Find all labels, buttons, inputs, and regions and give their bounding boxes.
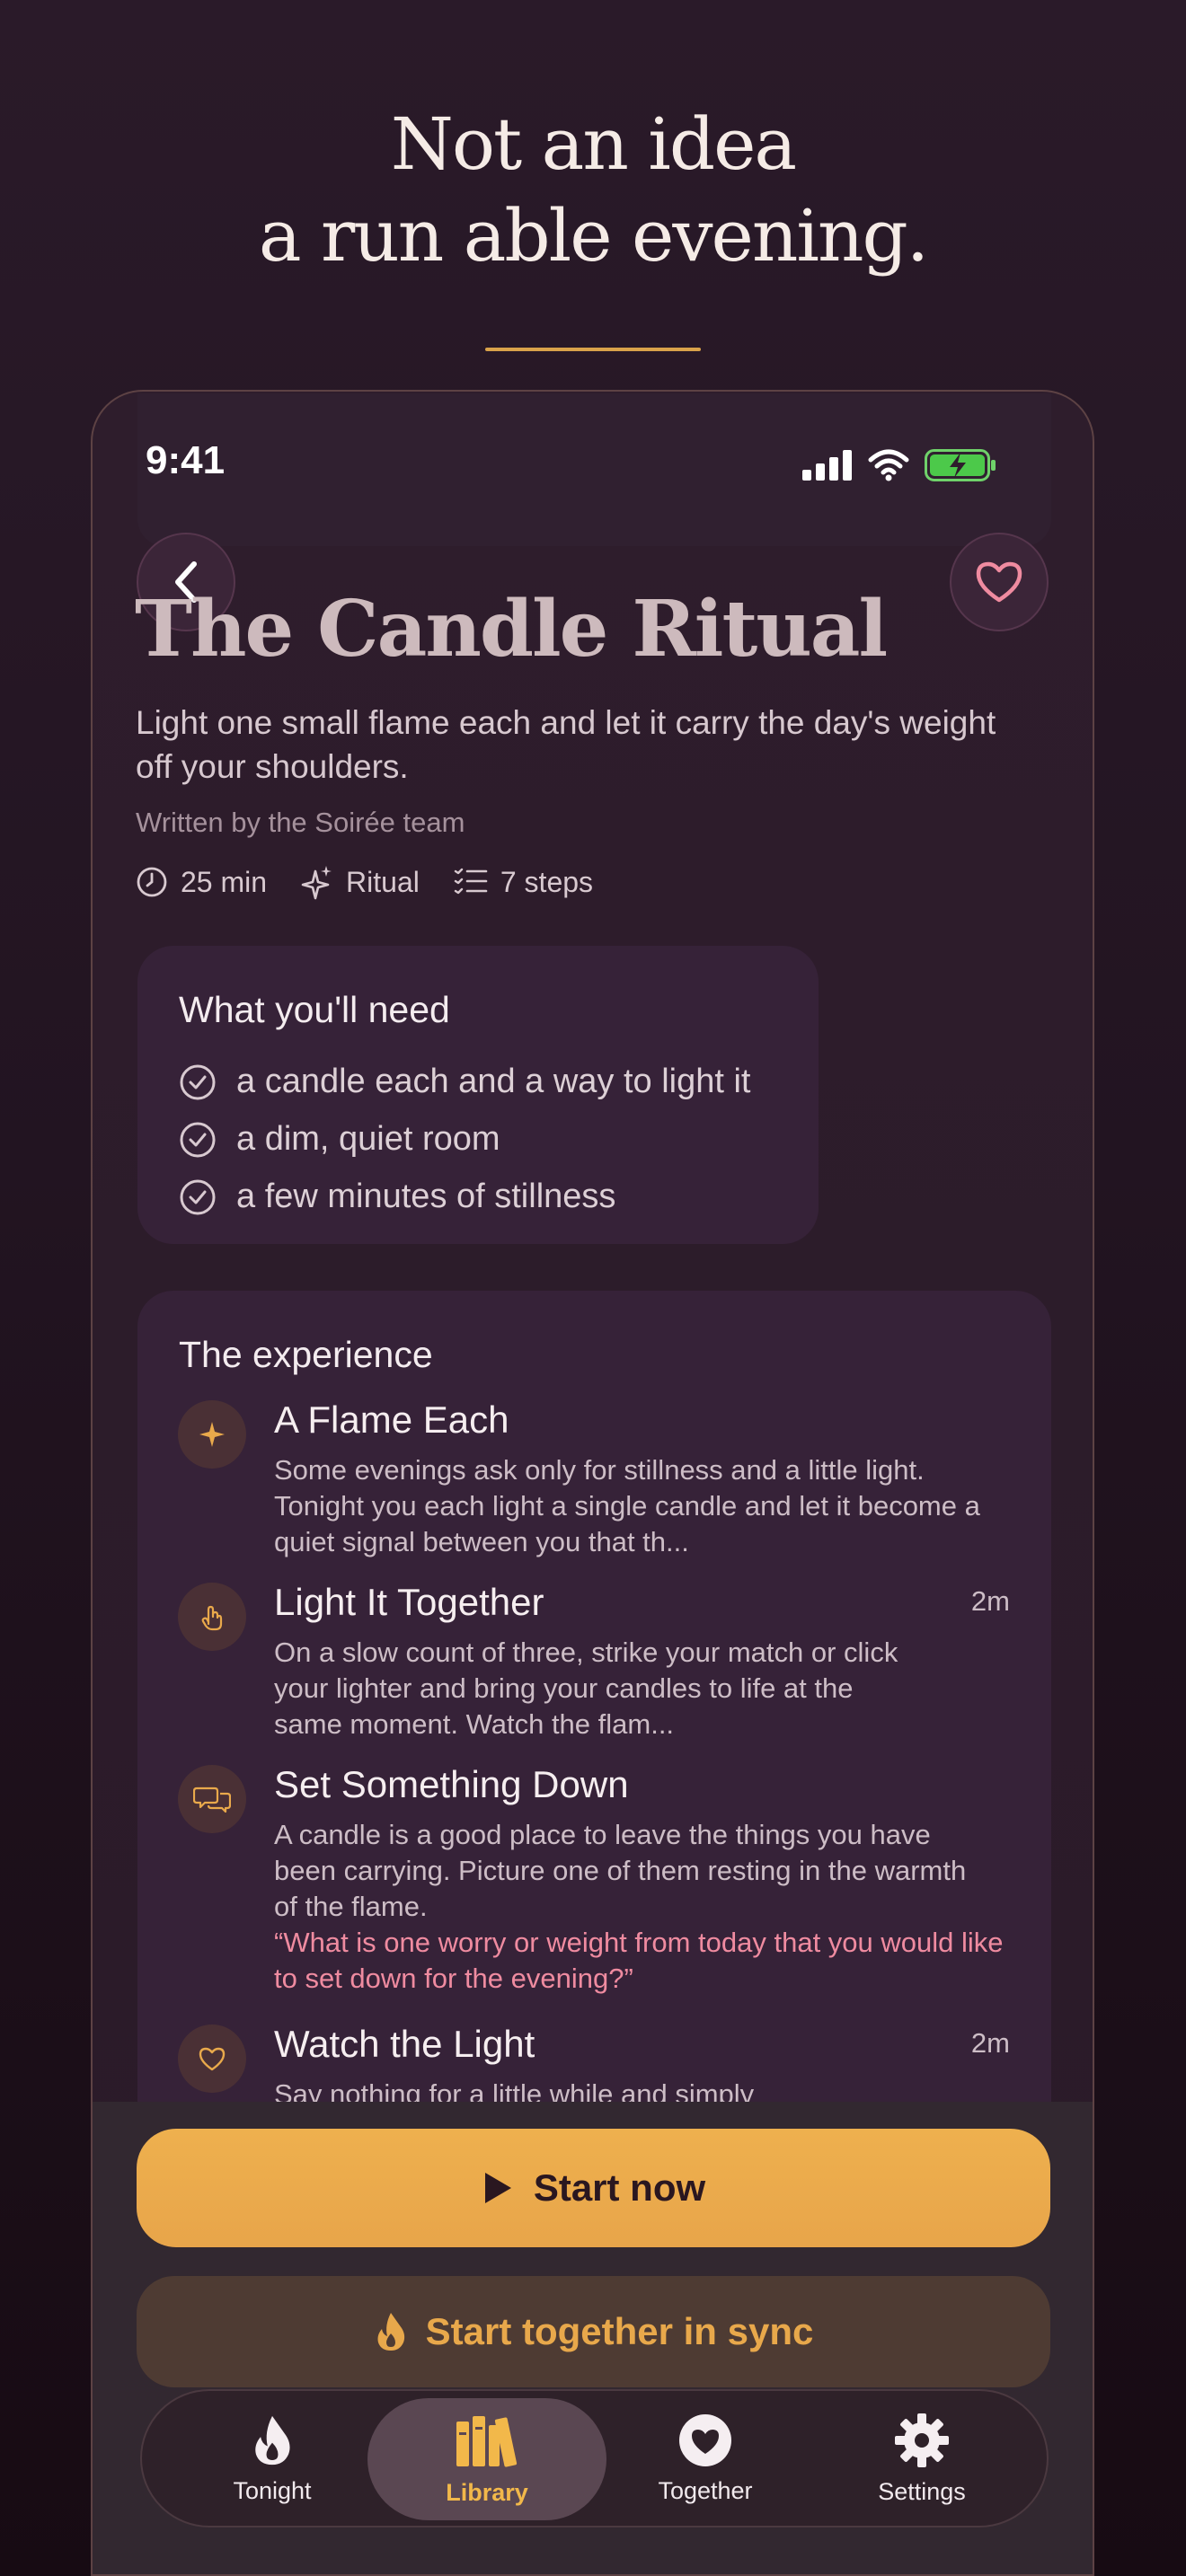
tab-tonight[interactable]: Tonight <box>187 2391 358 2526</box>
step-title: Light It Together <box>274 1581 544 1623</box>
heart-outline-icon <box>976 561 1022 603</box>
status-icons <box>802 447 996 483</box>
tab-together[interactable]: Together <box>620 2391 791 2526</box>
tab-bar: Tonight Library Together Settings <box>140 2389 1049 2527</box>
check-circle-icon <box>180 1122 216 1157</box>
flame-icon <box>377 2313 404 2351</box>
step-body: On a slow count of three, strike your ma… <box>274 1636 898 1740</box>
meta-steps-label: 7 steps <box>500 865 594 898</box>
heart-icon <box>679 2413 731 2466</box>
headline-line-2: a run able evening. <box>258 194 929 278</box>
play-icon <box>484 2173 511 2203</box>
tab-label: Library <box>446 2478 528 2506</box>
start-together-sync-label: Start together in sync <box>425 2310 814 2352</box>
page-subtitle: Light one small flame each and let it ca… <box>136 704 996 785</box>
step-quote: “What is one worry or weight from today … <box>274 1927 1004 1994</box>
author-byline: Written by the Soirée team <box>136 807 465 838</box>
start-now-label: Start now <box>533 2166 706 2209</box>
experience-card: The experience A Flame Each Some evening… <box>137 1291 1051 2189</box>
list-icon <box>454 868 488 895</box>
tab-label: Settings <box>878 2477 966 2505</box>
step-title: A Flame Each <box>274 1398 509 1441</box>
flame-icon <box>255 2415 290 2465</box>
meta-duration: 25 min <box>136 866 267 899</box>
check-circle-icon <box>180 1064 216 1099</box>
needs-title: What you'll need <box>179 989 450 1030</box>
battery-charging-icon <box>925 449 996 481</box>
step-body: A candle is a good place to leave the th… <box>274 1819 967 1922</box>
start-together-sync-button[interactable]: Start together in sync <box>137 2276 1050 2387</box>
need-item-label: a few minutes of stillness <box>236 1178 616 1215</box>
sparkle-icon <box>178 1400 246 1469</box>
favorite-button[interactable] <box>950 533 1049 631</box>
meta-duration-label: 25 min <box>181 865 268 898</box>
headline-line-1: Not an idea <box>390 102 797 186</box>
step-body: Some evenings ask only for stillness and… <box>274 1454 980 1557</box>
needs-card: What you'll need a candle each and a way… <box>137 946 819 1244</box>
gear-icon <box>895 2413 949 2467</box>
marketing-headline: Not an idea a run able evening. <box>0 99 1186 282</box>
heart-outline-icon <box>178 2025 246 2093</box>
step-title: Set Something Down <box>274 1763 629 1805</box>
need-item: a few minutes of stillness <box>179 1178 615 1216</box>
meta-row: 25 min Ritual 7 steps <box>136 864 627 900</box>
need-item-label: a dim, quiet room <box>236 1120 500 1158</box>
start-now-button[interactable]: Start now <box>137 2129 1050 2247</box>
signal-icon <box>802 450 852 481</box>
step-title: Watch the Light <box>274 2023 535 2065</box>
page-title: The Candle Ritual <box>135 584 888 675</box>
tab-library[interactable]: Library <box>367 2398 606 2520</box>
sparkle-icon <box>301 866 332 900</box>
meta-category-label: Ritual <box>346 865 420 898</box>
books-icon <box>456 2415 518 2466</box>
chat-bubbles-icon <box>178 1765 246 1833</box>
need-item: a candle each and a way to light it <box>179 1063 751 1101</box>
tab-settings[interactable]: Settings <box>836 2391 1007 2526</box>
step-duration: 2m <box>970 2027 1010 2059</box>
check-circle-icon <box>180 1179 216 1214</box>
step-duration: 2m <box>970 1585 1010 1617</box>
headline-divider <box>485 348 701 351</box>
hand-icon <box>178 1583 246 1651</box>
meta-category: Ritual <box>301 864 420 900</box>
bottom-action-panel: Start now Start together in sync Tonight… <box>93 2102 1093 2574</box>
tab-label: Together <box>658 2476 753 2504</box>
wifi-icon <box>868 449 909 481</box>
meta-steps: 7 steps <box>454 866 593 899</box>
tab-label: Tonight <box>233 2476 312 2504</box>
experience-title: The experience <box>179 1334 433 1375</box>
clock-icon <box>137 867 167 897</box>
need-item-label: a candle each and a way to light it <box>236 1063 751 1100</box>
need-item: a dim, quiet room <box>179 1120 500 1159</box>
status-time: 9:41 <box>146 438 226 482</box>
